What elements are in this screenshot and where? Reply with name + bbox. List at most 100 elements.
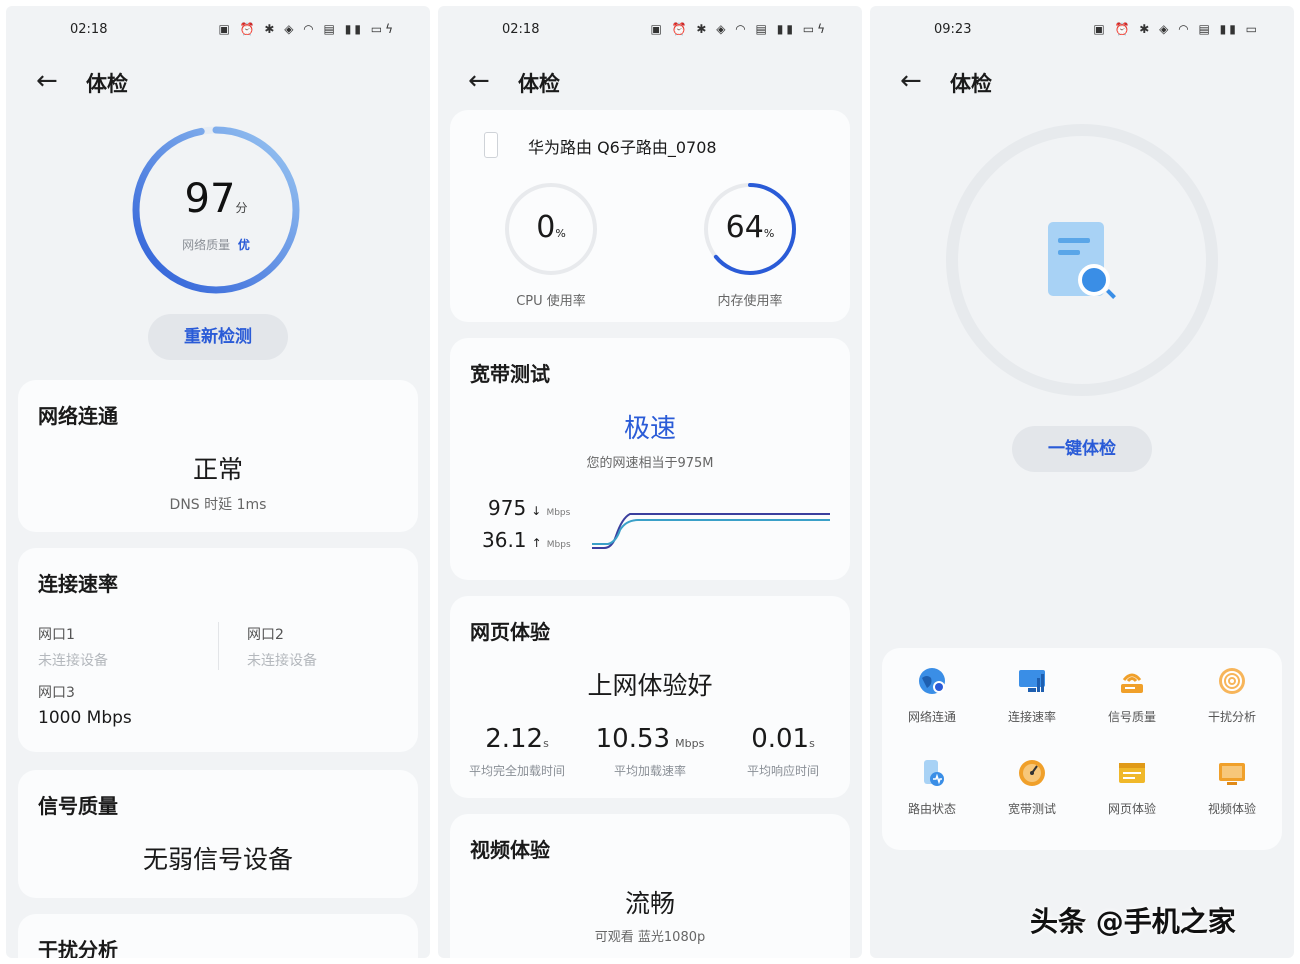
port-divider <box>218 622 219 670</box>
cpu-unit: % <box>555 227 566 240</box>
interference-title: 干扰分析 <box>38 938 118 958</box>
speed-graph <box>592 513 830 549</box>
status-time: 02:18 <box>502 22 540 37</box>
item-label: 连接速率 <box>1007 710 1056 724</box>
back-arrow-icon[interactable]: ← <box>900 68 922 94</box>
status-icons: ▣ ⏰ ✱ ◈ ◠ ▤ ▮▮ ▭ϟ <box>650 22 828 36</box>
item-label: 宽带测试 <box>1007 802 1056 816</box>
item-label: 视频体验 <box>1207 802 1256 816</box>
load-rate-value: 10.53 <box>595 724 671 754</box>
interference-card[interactable]: 干扰分析 <box>18 914 418 958</box>
globe-icon <box>917 666 947 696</box>
broadband-level: 极速 <box>623 414 676 444</box>
load-time-unit: s <box>543 737 549 750</box>
port-1-value: 未连接设备 <box>38 653 108 669</box>
video-status: 流畅 <box>624 889 675 918</box>
status-icons: ▣ ⏰ ✱ ◈ ◠ ▤ ▮▮ ▭ <box>1093 22 1260 36</box>
connectivity-card[interactable]: 网络连通 正常 DNS 时延 1ms <box>18 380 418 532</box>
cpu-value: 0 <box>536 210 556 245</box>
checkup-items-card: 网络连通 连接速率 信号质量 干扰分析 路由状态 宽带测试 网页体验 视频体验 <box>882 648 1282 850</box>
item-network-connectivity[interactable]: 网络连通 <box>886 666 978 725</box>
memory-label: 内存使用率 <box>717 294 783 309</box>
router-detail-screen: 02:18 ▣ ⏰ ✱ ◈ ◠ ▤ ▮▮ ▭ϟ ← 体检 华为路由 Q6子路由_… <box>438 6 862 958</box>
port-1: 网口1 未连接设备 <box>38 624 108 670</box>
item-broadband-test[interactable]: 宽带测试 <box>986 758 1078 817</box>
speedometer-icon <box>1017 758 1047 788</box>
video-detail: 可观看 蓝光1080p <box>594 930 706 945</box>
web-stat-response-time: 0.01s 平均响应时间 <box>716 724 850 779</box>
monitor-icon <box>1017 666 1047 696</box>
cpu-label: CPU 使用率 <box>516 294 586 309</box>
router-status-icon <box>917 758 947 788</box>
back-arrow-icon[interactable]: ← <box>468 68 490 94</box>
connectivity-status: 正常 <box>192 455 243 484</box>
memory-unit: % <box>763 227 775 240</box>
cpu-gauge: 0% <box>504 182 598 276</box>
quality-label: 网络质量 <box>182 238 231 252</box>
item-label: 信号质量 <box>1107 710 1156 724</box>
load-time-value: 2.12 <box>485 724 544 754</box>
item-interference-analysis[interactable]: 干扰分析 <box>1186 666 1278 725</box>
watermark: 头条 @手机之家 <box>1030 905 1236 938</box>
port-3-value: 1000 Mbps <box>38 708 132 728</box>
recheck-button[interactable]: 重新检测 <box>148 314 288 360</box>
port-2: 网口2 未连接设备 <box>247 624 317 670</box>
page-title: 体检 <box>518 72 560 96</box>
back-arrow-icon[interactable]: ← <box>36 68 58 94</box>
item-video-experience[interactable]: 视频体验 <box>1186 758 1278 817</box>
report-scan-icon <box>1048 222 1116 304</box>
port-3-name: 网口3 <box>38 685 75 701</box>
item-web-experience[interactable]: 网页体验 <box>1086 758 1178 817</box>
page-title: 体检 <box>86 72 128 96</box>
port-2-name: 网口2 <box>247 627 284 643</box>
load-time-label: 平均完全加载时间 <box>468 764 565 778</box>
one-click-checkup-button[interactable]: 一键体检 <box>1012 426 1152 472</box>
header: ← 体检 <box>6 62 430 102</box>
router-name: 华为路由 Q6子路由_0708 <box>528 138 717 157</box>
status-bar: 09:23 ▣ ⏰ ✱ ◈ ◠ ▤ ▮▮ ▭ <box>870 20 1294 40</box>
web-title: 网页体验 <box>470 620 550 644</box>
video-icon <box>1217 758 1247 788</box>
header: ← 体检 <box>438 62 862 102</box>
web-experience-card[interactable]: 网页体验 上网体验好 2.12s 平均完全加载时间 10.53 Mbps 平均加… <box>450 596 850 798</box>
item-label: 网络连通 <box>907 710 956 724</box>
upload-speed: 36.1 ↑ Mbps <box>482 528 571 552</box>
status-bar: 02:18 ▣ ⏰ ✱ ◈ ◠ ▤ ▮▮ ▭ϟ <box>6 20 430 40</box>
router-device-icon <box>484 132 498 158</box>
upload-value: 36.1 <box>482 528 527 552</box>
item-router-status[interactable]: 路由状态 <box>886 758 978 817</box>
broadband-title: 宽带测试 <box>470 362 550 386</box>
port-3: 网口3 1000 Mbps <box>38 682 132 728</box>
item-signal-quality[interactable]: 信号质量 <box>1086 666 1178 725</box>
signal-card[interactable]: 信号质量 无弱信号设备 <box>18 770 418 898</box>
page-title: 体检 <box>950 72 992 96</box>
checkup-start-screen: 09:23 ▣ ⏰ ✱ ◈ ◠ ▤ ▮▮ ▭ ← 体检 一键体检 网络连通 连接… <box>870 6 1294 958</box>
status-time: 09:23 <box>934 22 972 37</box>
download-value: 975 <box>488 496 527 520</box>
score-unit: 分 <box>235 201 248 215</box>
download-unit: Mbps <box>546 508 571 518</box>
router-icon <box>1117 666 1147 696</box>
response-time-unit: s <box>809 737 815 750</box>
item-label: 干扰分析 <box>1207 710 1256 724</box>
load-rate-label: 平均加载速率 <box>613 764 686 778</box>
link-speed-card[interactable]: 连接速率 网口1 未连接设备 网口2 未连接设备 网口3 1000 Mbps <box>18 548 418 752</box>
video-experience-card[interactable]: 视频体验 流畅 可观看 蓝光1080p <box>450 814 850 958</box>
status-bar: 02:18 ▣ ⏰ ✱ ◈ ◠ ▤ ▮▮ ▭ϟ <box>438 20 862 40</box>
checkup-result-screen: 02:18 ▣ ⏰ ✱ ◈ ◠ ▤ ▮▮ ▭ϟ ← 体检 97分 网络质量 优 … <box>6 6 430 958</box>
status-time: 02:18 <box>70 22 108 37</box>
web-stat-load-time: 2.12s 平均完全加载时间 <box>450 724 584 779</box>
quality-value: 优 <box>237 238 250 252</box>
signal-title: 信号质量 <box>38 794 118 818</box>
download-speed: 975 ↓ Mbps <box>488 496 570 520</box>
upload-arrow-icon: ↑ <box>531 536 542 550</box>
status-icons: ▣ ⏰ ✱ ◈ ◠ ▤ ▮▮ ▭ϟ <box>218 22 396 36</box>
item-link-speed[interactable]: 连接速率 <box>986 666 1078 725</box>
router-card[interactable]: 华为路由 Q6子路由_0708 0% CPU 使用率 64% 内存使用率 <box>450 110 850 322</box>
webpage-icon <box>1117 758 1147 788</box>
item-label: 网页体验 <box>1107 802 1156 816</box>
broadband-card[interactable]: 宽带测试 极速 您的网速相当于975M 975 ↓ Mbps 36.1 ↑ Mb… <box>450 338 850 580</box>
dns-latency: DNS 时延 1ms <box>169 497 267 513</box>
load-rate-unit: Mbps <box>675 737 705 750</box>
port-2-value: 未连接设备 <box>247 653 317 669</box>
